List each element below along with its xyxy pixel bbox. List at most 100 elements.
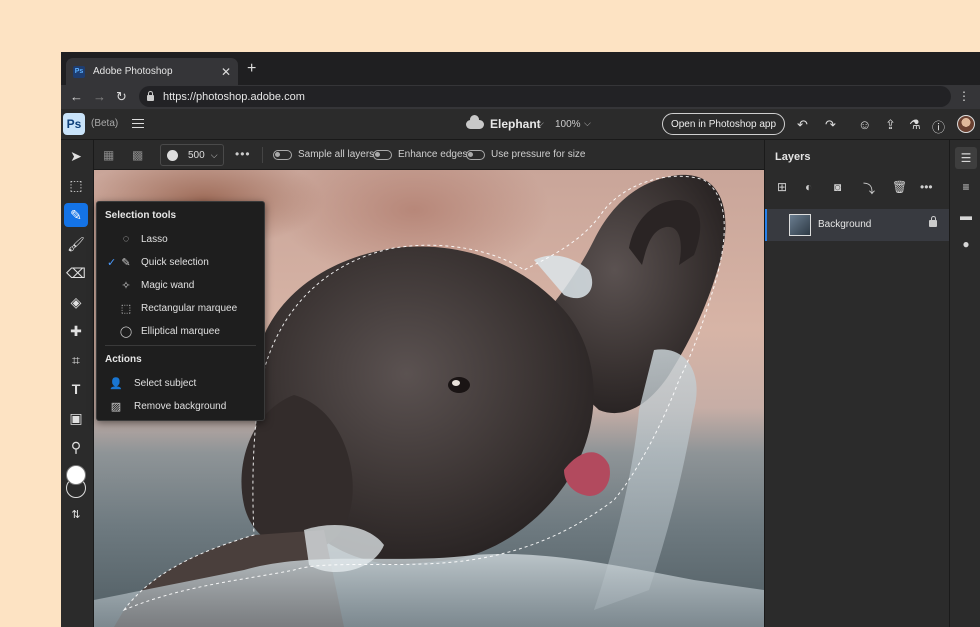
- tab-title: Adobe Photoshop: [93, 66, 173, 77]
- swap-colors-icon[interactable]: ⇅: [64, 502, 88, 526]
- elliptical-marquee-icon: ◯: [119, 325, 133, 338]
- brush-size-value: 500: [188, 149, 205, 161]
- sample-all-layers-toggle[interactable]: [273, 150, 292, 160]
- magic-wand-label: Magic wand: [141, 279, 195, 291]
- brush-dot-icon: [167, 149, 178, 161]
- browser-menu-icon[interactable]: ⋮: [958, 89, 970, 103]
- lasso-item[interactable]: ◌ Lasso: [97, 228, 264, 250]
- hamburger-menu-icon[interactable]: [132, 119, 144, 128]
- select-subject-label: Select subject: [134, 377, 197, 389]
- healing-brush-tool-icon[interactable]: ✚: [64, 319, 88, 343]
- help-icon[interactable]: ⓘ: [932, 117, 945, 136]
- place-image-tool-icon[interactable]: ▣: [64, 406, 88, 430]
- back-icon[interactable]: ←: [70, 89, 83, 104]
- foreground-color-swatch[interactable]: [66, 465, 86, 485]
- enhance-edges-toggle[interactable]: [373, 150, 392, 160]
- move-tool-icon[interactable]: ➤: [64, 144, 88, 168]
- reload-icon[interactable]: ↻: [116, 89, 127, 105]
- browser-window: Ps Adobe Photoshop ✕ + ← → ↻ https://pho…: [61, 52, 980, 627]
- photoshop-favicon-icon: Ps: [73, 65, 85, 78]
- actions-heading: Actions: [105, 354, 142, 365]
- remove-background-item[interactable]: ▨ Remove background: [97, 395, 264, 417]
- eraser-tool-icon[interactable]: ⌫: [64, 261, 88, 285]
- remove-background-label: Remove background: [134, 400, 227, 412]
- sample-all-layers-label: Sample all layers: [298, 149, 375, 160]
- quick-selection-tool-icon[interactable]: ✎: [64, 203, 88, 227]
- invite-icon[interactable]: ☺: [858, 117, 871, 132]
- elliptical-marquee-item[interactable]: ◯ Elliptical marquee: [97, 320, 264, 342]
- beta-label: (Beta): [91, 118, 119, 129]
- document-name[interactable]: Elephant: [490, 117, 541, 131]
- layer-lock-icon[interactable]: [929, 216, 937, 227]
- close-tab-icon[interactable]: ✕: [221, 65, 231, 79]
- url-field[interactable]: https://photoshop.adobe.com: [139, 86, 951, 107]
- new-tab-icon[interactable]: +: [247, 60, 256, 78]
- magic-wand-icon: ✧: [121, 279, 131, 292]
- panel-switcher: ☰ ≡ ▬ ●: [949, 140, 980, 627]
- layer-thumbnail: [789, 214, 811, 236]
- quick-selection-label: Quick selection: [141, 256, 209, 268]
- rectangular-marquee-icon: ⬚: [120, 302, 132, 315]
- checkmark-icon: ✓: [107, 256, 117, 269]
- add-layer-icon[interactable]: ⊞: [777, 180, 787, 194]
- layer-row-background[interactable]: Background: [765, 209, 950, 241]
- open-in-photoshop-button[interactable]: Open in Photoshop app: [662, 113, 785, 135]
- quick-selection-item[interactable]: ✓ ✎ Quick selection: [97, 251, 264, 273]
- layer-more-options-icon[interactable]: •••: [920, 180, 933, 194]
- select-subject-icon: 👤: [109, 377, 123, 390]
- elliptical-marquee-label: Elliptical marquee: [141, 325, 220, 337]
- lasso-icon: ◌: [122, 233, 130, 245]
- document-chevron-down-icon[interactable]: ⌵: [537, 118, 544, 129]
- layers-panel-title: Layers: [775, 151, 811, 163]
- zoom-chevron-down-icon[interactable]: ⌵: [584, 118, 591, 129]
- crop-tool-icon[interactable]: ⌗: [64, 348, 88, 372]
- app-header: Ps (Beta) Elephant ⌵ 100% ⌵ Open in Phot…: [61, 109, 980, 140]
- beta-lab-icon[interactable]: ⚗: [909, 117, 921, 133]
- photoshop-logo[interactable]: Ps: [63, 113, 85, 135]
- undo-icon[interactable]: ↶: [797, 117, 808, 133]
- transform-tool-icon[interactable]: ⬚: [64, 173, 88, 197]
- remove-background-icon: ▨: [110, 400, 122, 413]
- tool-options-bar: ▦ ▩ 500 ⌵ ••• Sample all layers Enhance …: [94, 140, 764, 170]
- tools-toolbar: ➤ ⬚ ✎ 🖌 ⌫ ◈ ✚ ⌗ T ▣ ⚲ ⇅: [61, 140, 94, 627]
- url-text: https://photoshop.adobe.com: [163, 90, 305, 103]
- brush-tool-icon[interactable]: 🖌: [64, 232, 88, 256]
- brush-size-dropdown[interactable]: 500 ⌵: [160, 144, 224, 166]
- new-selection-icon[interactable]: ▦: [103, 148, 114, 162]
- magic-wand-item[interactable]: ✧ Magic wand: [97, 274, 264, 296]
- tab-bar: Ps Adobe Photoshop ✕ +: [61, 52, 980, 85]
- selection-tools-heading: Selection tools: [105, 210, 177, 221]
- redo-icon[interactable]: ↷: [825, 117, 836, 133]
- rectangular-marquee-label: Rectangular marquee: [141, 302, 238, 314]
- layer-name: Background: [818, 219, 872, 230]
- browser-tab[interactable]: Ps Adobe Photoshop ✕: [66, 58, 238, 85]
- subtract-selection-icon[interactable]: ▩: [132, 148, 143, 162]
- forward-icon[interactable]: →: [93, 89, 106, 104]
- paint-bucket-tool-icon[interactable]: ◈: [64, 290, 88, 314]
- layers-panel: Layers ⊞ ◐ ◙ ⤵ 🗑 ••• Background: [764, 140, 950, 627]
- add-mask-icon[interactable]: ◙: [834, 180, 841, 194]
- more-options-icon[interactable]: •••: [235, 147, 251, 161]
- quick-selection-icon: ✎: [121, 256, 131, 269]
- adjustment-layer-icon[interactable]: ◐: [805, 180, 812, 194]
- eyedropper-tool-icon[interactable]: ⚲: [64, 435, 88, 459]
- select-subject-item[interactable]: 👤 Select subject: [97, 372, 264, 394]
- type-tool-icon[interactable]: T: [64, 377, 88, 401]
- selection-tools-flyout: Selection tools ◌ Lasso ✓ ✎ Quick select…: [96, 201, 265, 421]
- clip-layer-icon[interactable]: ⤵: [863, 180, 875, 197]
- address-bar: ← → ↻ https://photoshop.adobe.com ⋮: [61, 85, 980, 109]
- use-pressure-toggle[interactable]: [466, 150, 485, 160]
- zoom-level[interactable]: 100%: [555, 119, 581, 130]
- enhance-edges-label: Enhance edges: [398, 149, 468, 160]
- properties-panel-icon[interactable]: ≡: [955, 176, 977, 198]
- comments-panel-icon[interactable]: ▬: [955, 205, 977, 227]
- share-icon[interactable]: ⇪: [885, 117, 896, 133]
- info-panel-icon[interactable]: ●: [955, 233, 977, 255]
- delete-layer-icon[interactable]: 🗑: [892, 180, 907, 194]
- layers-panel-icon[interactable]: ☰: [955, 147, 977, 169]
- rectangular-marquee-item[interactable]: ⬚ Rectangular marquee: [97, 297, 264, 319]
- avatar[interactable]: [957, 115, 975, 133]
- options-divider: [262, 147, 263, 163]
- use-pressure-label: Use pressure for size: [491, 149, 586, 160]
- flyout-divider: [105, 345, 256, 346]
